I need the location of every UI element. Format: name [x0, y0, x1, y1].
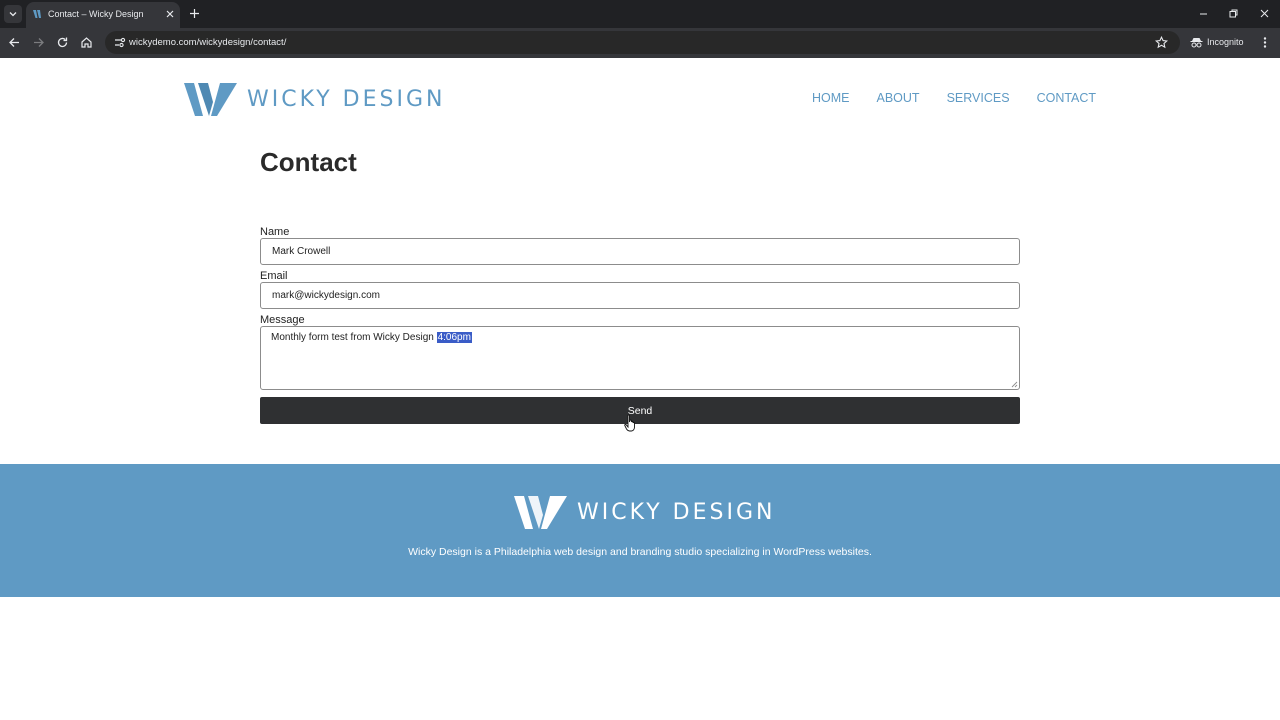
close-tab-icon[interactable] — [165, 9, 175, 19]
name-value: Mark Crowell — [272, 246, 331, 257]
main-nav: HOME ABOUT SERVICES CONTACT — [812, 91, 1096, 105]
wicky-logo-mark-icon — [184, 83, 237, 116]
email-field[interactable]: mark@wickydesign.com — [260, 282, 1020, 309]
bookmark-star-icon[interactable] — [1155, 36, 1168, 49]
page-title: Contact — [260, 147, 357, 177]
forward-arrow-icon[interactable] — [32, 36, 45, 49]
tab-title: Contact – Wicky Design — [48, 9, 144, 19]
site-footer: WICKY DESIGN Wicky Design is a Philadelp… — [0, 464, 1280, 597]
address-bar[interactable]: wickydemo.com/wickydesign/contact/ — [105, 31, 1180, 54]
footer-logo[interactable]: WICKY DESIGN — [514, 494, 775, 530]
name-field[interactable]: Mark Crowell — [260, 238, 1020, 265]
message-label: Message — [260, 314, 305, 326]
tab-search-button[interactable] — [4, 5, 22, 23]
site-logo[interactable]: WICKY DESIGN — [184, 81, 445, 117]
incognito-label: Incognito — [1207, 37, 1244, 47]
close-window-icon[interactable] — [1259, 8, 1270, 19]
message-field[interactable]: Monthly form test from Wicky Design 4:06… — [260, 326, 1020, 390]
name-label: Name — [260, 226, 290, 238]
wicky-logo-mark-icon — [514, 496, 567, 529]
footer-logo-text: WICKY DESIGN — [577, 499, 776, 525]
back-arrow-icon[interactable] — [8, 36, 21, 49]
nav-contact[interactable]: CONTACT — [1037, 91, 1097, 105]
reload-icon[interactable] — [56, 36, 69, 49]
minimize-icon[interactable] — [1198, 8, 1209, 19]
resize-handle-icon[interactable] — [1011, 381, 1018, 388]
restore-icon[interactable] — [1228, 8, 1239, 19]
browser-tab[interactable]: Contact – Wicky Design — [26, 2, 180, 28]
send-button[interactable]: Send — [260, 397, 1020, 424]
browser-toolbar: wickydemo.com/wickydesign/contact/ Incog… — [0, 28, 1280, 58]
nav-home[interactable]: HOME — [812, 91, 850, 105]
footer-tagline: Wicky Design is a Philadelphia web desig… — [408, 546, 872, 558]
message-selected-text: 4:06pm — [436, 332, 472, 343]
new-tab-icon[interactable] — [189, 8, 200, 19]
email-label: Email — [260, 270, 288, 282]
chevron-down-icon — [9, 12, 17, 17]
incognito-indicator[interactable]: Incognito — [1190, 33, 1244, 51]
browser-tab-bar: Contact – Wicky Design — [0, 0, 1280, 28]
nav-about[interactable]: ABOUT — [877, 91, 920, 105]
email-value: mark@wickydesign.com — [272, 290, 380, 301]
menu-dots-icon[interactable] — [1259, 36, 1271, 49]
url-text[interactable]: wickydemo.com/wickydesign/contact/ — [129, 37, 286, 48]
hand-cursor-icon — [624, 414, 635, 432]
home-icon[interactable] — [80, 36, 93, 49]
logo-text: WICKY DESIGN — [247, 86, 446, 112]
incognito-icon — [1190, 37, 1203, 47]
message-value: Monthly form test from Wicky Design — [271, 332, 434, 343]
web-page: WICKY DESIGN HOME ABOUT SERVICES CONTACT… — [0, 58, 1280, 720]
wicky-favicon-icon — [33, 10, 41, 18]
nav-services[interactable]: SERVICES — [947, 91, 1010, 105]
site-info-icon[interactable] — [113, 36, 126, 49]
